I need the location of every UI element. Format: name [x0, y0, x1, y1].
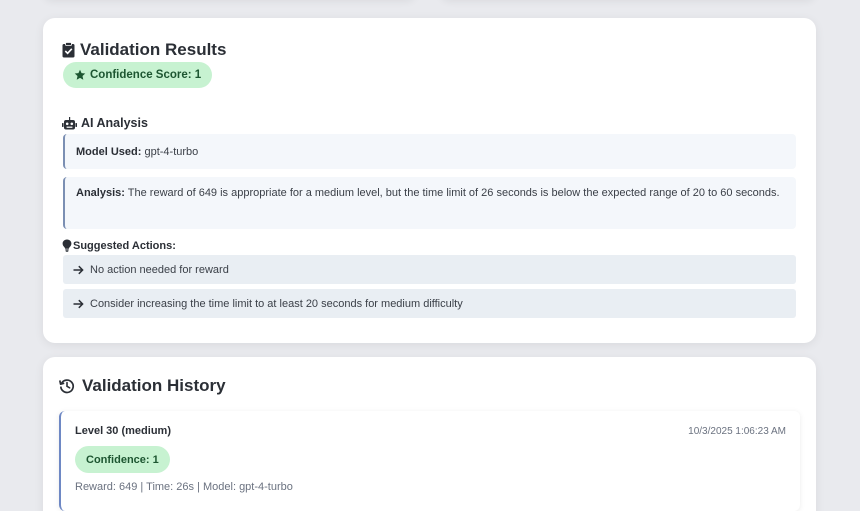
validation-results-title: Validation Results [80, 40, 227, 59]
history-meta: Reward: 649 | Time: 26s | Model: gpt-4-t… [75, 481, 293, 493]
ai-analysis-label: AI Analysis [81, 116, 148, 130]
validation-history-heading: Validation History [59, 376, 226, 396]
star-icon [74, 69, 86, 81]
history-entry[interactable]: Level 30 (medium) 10/3/2025 1:06:23 AM C… [59, 411, 800, 511]
history-confidence-badge: Confidence: 1 [75, 446, 170, 473]
arrow-right-icon [73, 265, 84, 275]
analysis-label: Analysis: [76, 187, 125, 199]
validation-results-heading: Validation Results [62, 40, 226, 60]
history-level: Level 30 (medium) [75, 425, 171, 437]
page: Validation Results Confidence Score: 1 A… [0, 0, 860, 511]
robot-icon [62, 116, 77, 130]
clipboard-check-icon [62, 42, 75, 58]
ai-analysis-heading: AI Analysis [62, 116, 148, 130]
validation-history-card: Validation History Level 30 (medium) 10/… [43, 357, 816, 511]
analysis-text: The reward of 649 is appropriate for a m… [127, 187, 780, 199]
suggested-actions-heading: Suggested Actions: [62, 239, 176, 252]
confidence-score-label: Confidence Score: 1 [90, 69, 202, 81]
suggested-action-item: Consider increasing the time limit to at… [63, 289, 796, 318]
suggested-action-text: Consider increasing the time limit to at… [90, 297, 463, 310]
validation-results-card: Validation Results Confidence Score: 1 A… [43, 18, 816, 343]
validation-history-title: Validation History [82, 376, 226, 395]
model-used-label: Model Used: [76, 146, 142, 158]
history-icon [59, 378, 75, 394]
suggested-actions-label: Suggested Actions: [73, 239, 176, 252]
suggested-action-item: No action needed for reward [63, 255, 796, 284]
model-used-value: gpt-4-turbo [144, 146, 199, 158]
lightbulb-icon [62, 239, 72, 252]
model-used-box: Model Used: gpt-4-turbo [63, 134, 796, 169]
confidence-score-badge: Confidence Score: 1 [63, 62, 213, 88]
history-timestamp: 10/3/2025 1:06:23 AM [688, 426, 786, 437]
suggested-action-text: No action needed for reward [90, 263, 229, 276]
arrow-right-icon [73, 299, 84, 309]
analysis-box: Analysis: The reward of 649 is appropria… [63, 177, 796, 229]
